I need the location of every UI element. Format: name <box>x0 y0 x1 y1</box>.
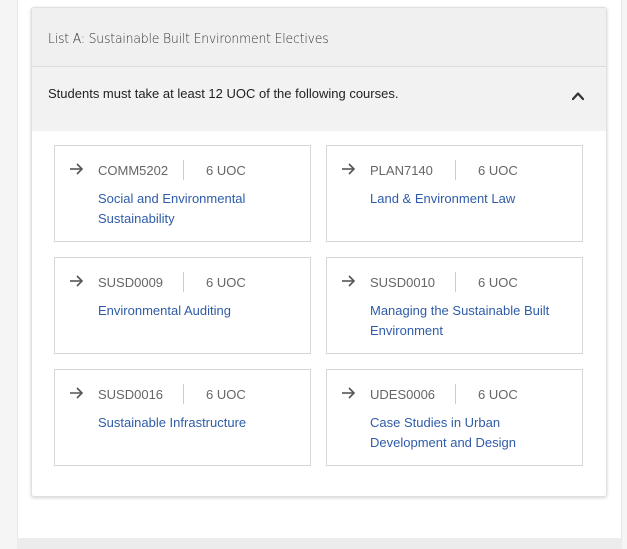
course-title-link[interactable]: Managing the Sustainable Built Environme… <box>370 301 570 341</box>
chevron-up-icon[interactable] <box>571 89 585 103</box>
next-section-strip <box>17 538 622 549</box>
course-card-comm5202[interactable]: COMM5202 6 UOC Social and Environmental … <box>54 145 311 242</box>
list-title: List A: Sustainable Built Environment El… <box>48 31 329 47</box>
course-uoc: 6 UOC <box>478 275 518 290</box>
course-uoc: 6 UOC <box>206 163 246 178</box>
course-card-plan7140[interactable]: PLAN7140 6 UOC Land & Environment Law <box>326 145 583 242</box>
course-title-link[interactable]: Land & Environment Law <box>370 189 570 209</box>
arrow-right-icon <box>342 387 356 399</box>
divider <box>183 272 184 292</box>
course-code: UDES0006 <box>370 387 436 402</box>
course-uoc: 6 UOC <box>206 387 246 402</box>
arrow-right-icon <box>342 275 356 287</box>
course-uoc: 6 UOC <box>478 163 518 178</box>
course-list-card: List A: Sustainable Built Environment El… <box>31 7 607 497</box>
card-header: List A: Sustainable Built Environment El… <box>32 8 606 67</box>
course-code: COMM5202 <box>98 163 169 178</box>
course-code: PLAN7140 <box>370 163 433 178</box>
divider <box>455 384 456 404</box>
arrow-right-icon <box>70 387 84 399</box>
divider <box>455 160 456 180</box>
course-title-link[interactable]: Environmental Auditing <box>98 301 298 321</box>
arrow-right-icon <box>70 275 84 287</box>
divider <box>183 384 184 404</box>
divider <box>455 272 456 292</box>
requirement-accordion-toggle[interactable]: Students must take at least 12 UOC of th… <box>32 67 606 131</box>
course-card-susd0016[interactable]: SUSD0016 6 UOC Sustainable Infrastructur… <box>54 369 311 466</box>
course-title-link[interactable]: Social and Environmental Sustainability <box>98 189 298 229</box>
requirement-text: Students must take at least 12 UOC of th… <box>48 86 399 101</box>
course-code: SUSD0010 <box>370 275 436 290</box>
divider <box>183 160 184 180</box>
course-card-susd0010[interactable]: SUSD0010 6 UOC Managing the Sustainable … <box>326 257 583 354</box>
course-title-link[interactable]: Case Studies in Urban Development and De… <box>370 413 570 453</box>
course-card-udes0006[interactable]: UDES0006 6 UOC Case Studies in Urban Dev… <box>326 369 583 466</box>
course-uoc: 6 UOC <box>206 275 246 290</box>
arrow-right-icon <box>70 163 84 175</box>
course-code: SUSD0016 <box>98 387 164 402</box>
course-code: SUSD0009 <box>98 275 164 290</box>
course-uoc: 6 UOC <box>478 387 518 402</box>
course-title-link[interactable]: Sustainable Infrastructure <box>98 413 298 433</box>
course-card-susd0009[interactable]: SUSD0009 6 UOC Environmental Auditing <box>54 257 311 354</box>
arrow-right-icon <box>342 163 356 175</box>
